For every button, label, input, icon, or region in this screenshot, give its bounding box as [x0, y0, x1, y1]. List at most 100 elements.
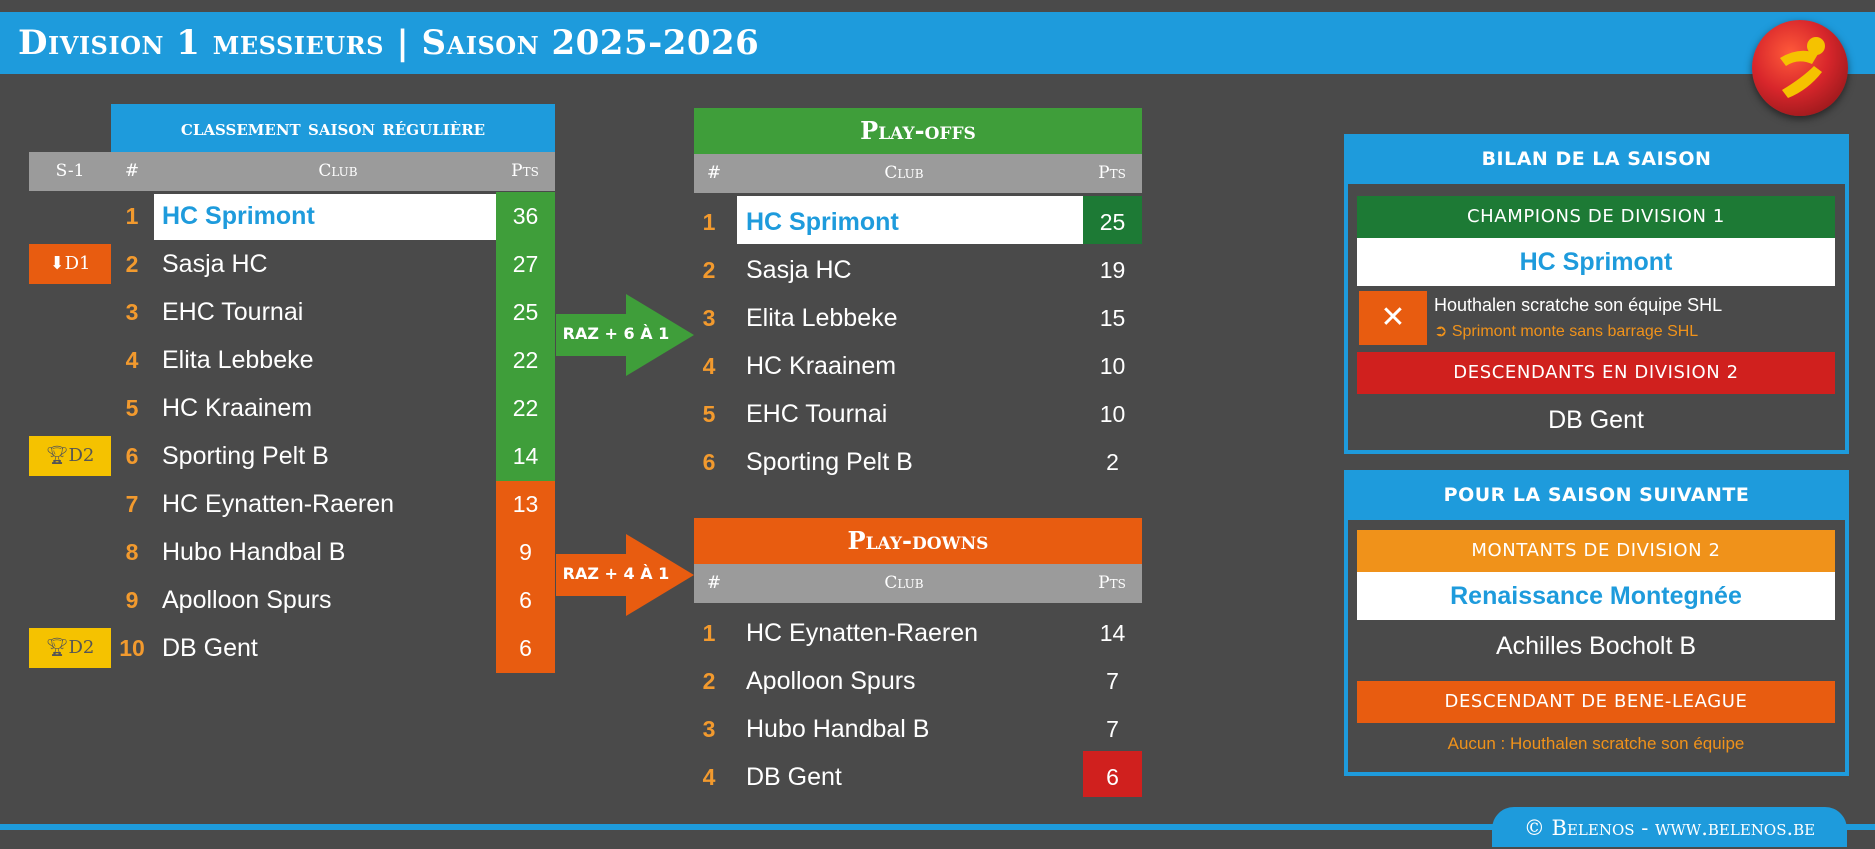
descendant-value: Aucun : Houthalen scratche son équipe	[1447, 734, 1745, 753]
belenos-logo-icon	[1752, 20, 1848, 116]
promoted-team-2: Achilles Bocholt B	[1495, 632, 1697, 660]
table-row: 2 Sasja HC 19	[694, 246, 1142, 294]
points: 36	[512, 203, 539, 229]
points: 6	[519, 587, 532, 613]
rank: 5	[702, 401, 716, 427]
prev-season-badge: 🏆︎D2	[29, 628, 111, 668]
table-row: 9 Apolloon Spurs 6	[29, 576, 555, 624]
table-row: 1 HC Sprimont 25	[694, 198, 1142, 246]
relegated-team: DB Gent	[1548, 406, 1644, 434]
table-row: 4 Elita Lebbeke 22	[29, 336, 555, 384]
playdowns-title: Play-downs	[694, 518, 1142, 564]
club-name: Sporting Pelt B	[162, 442, 329, 470]
col-club: Club	[884, 573, 924, 593]
rank: 1	[702, 209, 716, 235]
table-row: 1 HC Sprimont 36	[29, 192, 555, 240]
club-name: Sasja HC	[746, 256, 852, 284]
table-row: 6 Sporting Pelt B 2	[694, 438, 1142, 486]
club-name: DB Gent	[746, 763, 842, 791]
club-name: Sporting Pelt B	[746, 448, 913, 476]
rank: 3	[702, 305, 716, 331]
col-club: Club	[884, 163, 924, 183]
points: 14	[1099, 620, 1126, 646]
page-title: Division 1 messieurs | Saison 2025-2026	[18, 23, 760, 63]
club-name: DB Gent	[162, 634, 258, 662]
badge-label: D2	[68, 445, 95, 466]
rank: 4	[125, 347, 139, 373]
redo-arrow-icon: ➲	[1434, 323, 1452, 340]
club-name: HC Kraainem	[162, 394, 313, 422]
points: 7	[1106, 668, 1119, 694]
rank: 9	[125, 587, 139, 613]
close-icon: ✕	[1359, 291, 1427, 345]
club-name: HC Eynatten-Raeren	[746, 619, 979, 647]
table-row: 6 Sporting Pelt B 14 🏆︎D2	[29, 432, 555, 480]
club-name: Sasja HC	[162, 250, 268, 278]
rank: 3	[125, 299, 139, 325]
promoted-team-1: Renaissance Montegnée	[1357, 572, 1835, 620]
rank: 2	[125, 251, 139, 277]
table-row: 1 HC Eynatten-Raeren 14	[694, 609, 1142, 657]
club-name: HC Sprimont	[162, 202, 315, 230]
regular-column-header: S-1 # Club Pts	[29, 152, 555, 191]
points: 19	[1099, 257, 1126, 283]
points: 25	[1099, 209, 1126, 235]
col-pts: Pts	[511, 161, 539, 181]
table-row: 3 Hubo Handbal B 7	[694, 705, 1142, 753]
col-pts: Pts	[1098, 573, 1126, 593]
rank: 2	[702, 668, 716, 694]
club-name: Elita Lebbeke	[162, 346, 314, 374]
table-row: 3 Elita Lebbeke 15	[694, 294, 1142, 342]
points: 9	[519, 539, 532, 565]
prev-season-badge: ⬇D1	[29, 244, 111, 284]
arrow-down-icon: ⬇	[49, 253, 65, 274]
points: 15	[1099, 305, 1126, 331]
playoffs-column-header: # Club Pts	[694, 154, 1142, 193]
club-name: Hubo Handbal B	[746, 715, 930, 743]
club-name: HC Sprimont	[746, 208, 899, 236]
table-row: 7 HC Eynatten-Raeren 13	[29, 480, 555, 528]
points: 6	[519, 635, 532, 661]
rank: 8	[125, 539, 139, 565]
col-rank: #	[124, 161, 140, 181]
club-name: HC Kraainem	[746, 352, 897, 380]
col-club: Club	[318, 161, 358, 181]
club-name: EHC Tournai	[746, 400, 888, 428]
table-row: 4 DB Gent 6	[694, 753, 1142, 801]
prev-season-badge: 🏆︎D2	[29, 436, 111, 476]
promoted-label: MONTANTS DE DIVISION 2	[1357, 530, 1835, 572]
badge-label: D1	[64, 253, 91, 274]
points: 7	[1106, 716, 1119, 742]
points: 22	[512, 347, 539, 373]
regular-title: classement saison régulière	[111, 104, 555, 152]
points: 27	[512, 251, 539, 277]
playdowns-column-header: # Club Pts	[694, 564, 1142, 603]
points: 22	[512, 395, 539, 421]
club-name: HC Eynatten-Raeren	[162, 490, 395, 518]
table-row: 5 HC Kraainem 22	[29, 384, 555, 432]
col-prev-season: S-1	[55, 161, 85, 181]
table-row: 10 DB Gent 6 🏆︎D2	[29, 624, 555, 672]
next-season-title: POUR LA SAISON SUIVANTE	[1344, 470, 1849, 520]
playdowns-arrow-label: RAZ + 4 À 1	[562, 564, 670, 583]
rank: 4	[702, 353, 716, 379]
notice-line-1: Houthalen scratche son équipe SHL	[1434, 295, 1723, 315]
club-name: EHC Tournai	[162, 298, 304, 326]
bilan-title: BILAN DE LA SAISON	[1344, 134, 1849, 184]
notice-line-2: ➲ Sprimont monte sans barrage SHL	[1434, 321, 1834, 341]
rank: 3	[702, 716, 716, 742]
relegated-label: DESCENDANTS EN DIVISION 2	[1357, 352, 1835, 394]
club-name: Apolloon Spurs	[162, 586, 332, 614]
champions-label: CHAMPIONS DE DIVISION 1	[1357, 196, 1835, 238]
col-pts: Pts	[1098, 163, 1126, 183]
rank: 7	[125, 491, 139, 517]
points: 25	[512, 299, 539, 325]
rank: 1	[125, 203, 139, 229]
playoffs-title: Play-offs	[694, 108, 1142, 154]
trophy-icon: 🏆︎	[45, 445, 69, 466]
badge-label: D2	[68, 637, 95, 658]
points: 6	[1106, 764, 1119, 790]
descendant-label: DESCENDANT DE BENE-LEAGUE	[1357, 681, 1835, 723]
notice-line-2-text: Sprimont monte sans barrage SHL	[1451, 323, 1699, 340]
rank: 1	[702, 620, 716, 646]
